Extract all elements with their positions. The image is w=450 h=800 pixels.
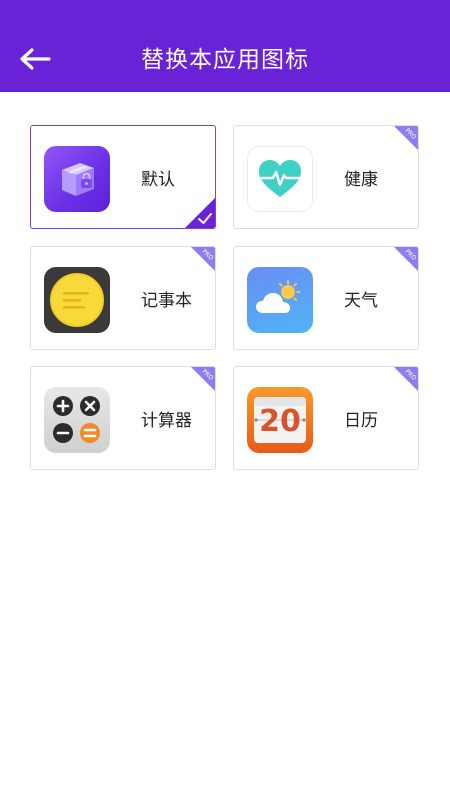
- icon-option-weather[interactable]: 天气 PRO: [233, 246, 419, 350]
- pro-badge-icon: PRO: [394, 367, 418, 391]
- icon-option-health[interactable]: 健康 PRO: [233, 125, 419, 229]
- calendar-day: 20: [259, 404, 301, 439]
- weather-icon: [247, 267, 313, 333]
- calculator-icon: [44, 387, 110, 453]
- icon-option-calculator[interactable]: 计算器 PRO: [30, 366, 216, 470]
- notepad-icon: [44, 267, 110, 333]
- checkmark-icon: [185, 198, 215, 228]
- health-heart-icon: [247, 146, 313, 212]
- icon-option-label: 默认: [141, 170, 175, 190]
- pro-badge-icon: PRO: [191, 367, 215, 391]
- pro-badge-icon: PRO: [394, 247, 418, 271]
- icon-option-calendar[interactable]: 20 日历 PRO: [233, 366, 419, 470]
- icon-option-label: 健康: [344, 170, 378, 190]
- icon-option-label: 日历: [344, 411, 378, 431]
- icon-option-label: 记事本: [141, 291, 192, 311]
- icon-option-label: 计算器: [141, 411, 192, 431]
- calendar-icon: 20: [247, 387, 313, 453]
- default-app-icon: [44, 146, 110, 212]
- pro-badge-icon: PRO: [394, 126, 418, 150]
- icon-option-default[interactable]: 默认: [30, 125, 216, 229]
- icon-option-label: 天气: [344, 291, 378, 311]
- icon-grid: 默认 健康 PRO 记事本 PRO 天气 PRO 计算器 PRO 20 日历 P…: [0, 0, 450, 800]
- pro-badge-icon: PRO: [191, 247, 215, 271]
- icon-option-notepad[interactable]: 记事本 PRO: [30, 246, 216, 350]
